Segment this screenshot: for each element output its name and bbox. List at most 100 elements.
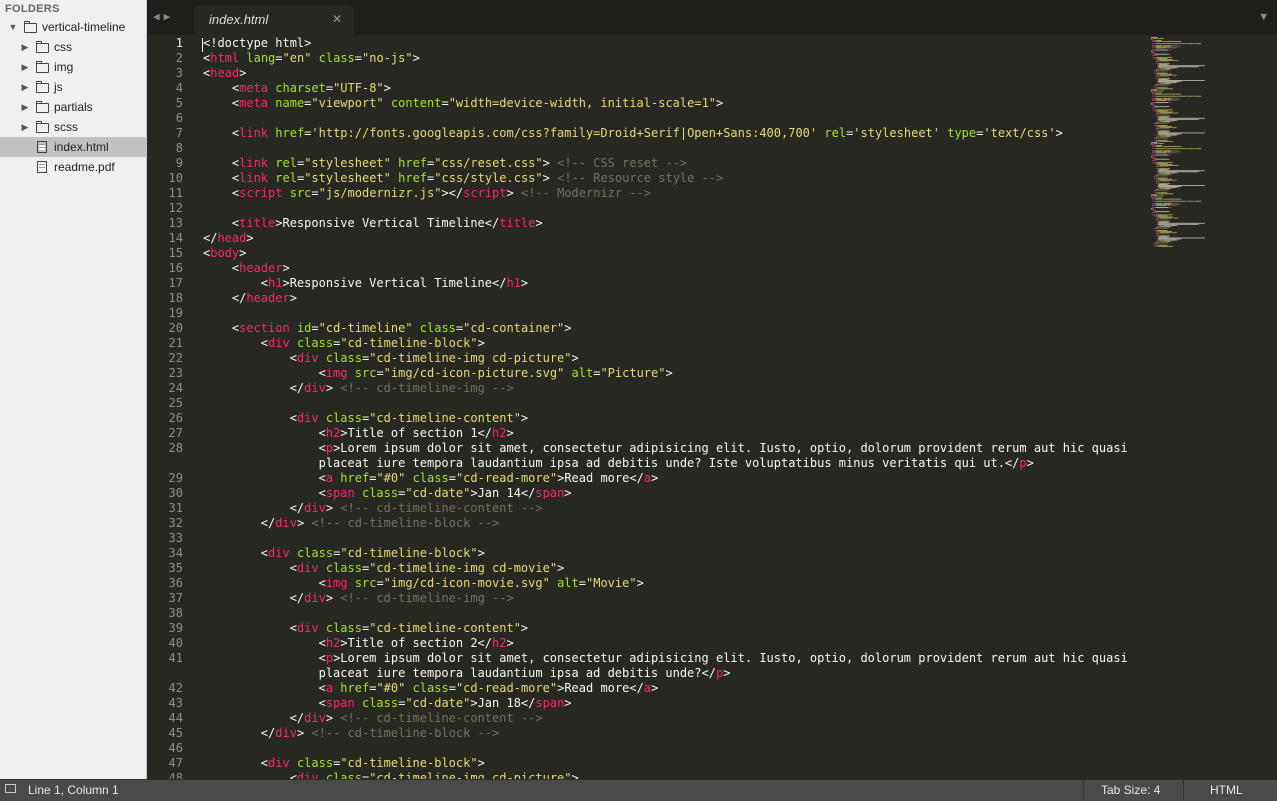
code-line[interactable]: <header>	[203, 261, 290, 276]
triangle-left-icon[interactable]: ◀	[153, 10, 164, 23]
minimap-line	[1160, 174, 1162, 175]
code-line[interactable]: <div class="cd-timeline-content">	[203, 411, 528, 426]
code-line[interactable]: <script src="js/modernizr.js"></script> …	[203, 186, 651, 201]
code-line[interactable]: <span class="cd-date">Jan 14</span>	[203, 486, 572, 501]
code-line[interactable]: <body>	[203, 246, 246, 261]
code-line[interactable]: <!doctype html>	[203, 36, 311, 51]
line-number-gutter: 1234567891011121314151617181920212223242…	[147, 35, 189, 779]
tab-size-button[interactable]: Tab Size: 4	[1101, 783, 1160, 797]
sidebar-item-vertical-timeline[interactable]: ▼vertical-timeline	[0, 17, 146, 37]
minimap-line	[1154, 55, 1157, 56]
code-line[interactable]: <div class="cd-timeline-block">	[203, 336, 485, 351]
code-line[interactable]: </div> <!-- cd-timeline-block -->	[203, 726, 499, 741]
minimap-line	[1157, 201, 1186, 202]
minimap-line	[1189, 43, 1194, 44]
code-line[interactable]: <div class="cd-timeline-img cd-picture">	[203, 351, 579, 366]
triangle-down-icon[interactable]: ▼	[1260, 10, 1267, 23]
code-line[interactable]: </head>	[203, 231, 254, 246]
code-line[interactable]: placeat iure tempora laudantium ipsa ad …	[203, 666, 730, 681]
sidebar-item-css[interactable]: ▶css	[0, 37, 146, 57]
minimap-line	[1159, 178, 1167, 179]
code-token: span	[326, 486, 355, 500]
code-line[interactable]: <div class="cd-timeline-img cd-picture">	[203, 771, 579, 779]
code-token: link	[239, 156, 268, 170]
minimap-line	[1196, 201, 1200, 202]
code-editor[interactable]: <!doctype html><html lang="en" class="no…	[203, 35, 1143, 779]
disclosure-collapsed-icon[interactable]: ▶	[20, 37, 30, 57]
disclosure-collapsed-icon[interactable]: ▶	[20, 117, 30, 137]
code-line[interactable]: <section id="cd-timeline" class="cd-cont…	[203, 321, 572, 336]
minimap-line	[1155, 94, 1157, 95]
code-line[interactable]: <div class="cd-timeline-block">	[203, 546, 485, 561]
code-line[interactable]: <link rel="stylesheet" href="css/reset.c…	[203, 156, 687, 171]
code-line[interactable]: <html lang="en" class="no-js">	[203, 51, 420, 66]
code-line[interactable]: <h2>Title of section 1</h2>	[203, 426, 514, 441]
code-line[interactable]: <img src="img/cd-icon-movie.svg" alt="Mo…	[203, 576, 644, 591]
line-number: 25	[147, 396, 183, 411]
code-token: "cd-timeline-img cd-picture"	[369, 771, 571, 779]
triangle-right-icon[interactable]: ▶	[164, 10, 175, 23]
code-token: >	[478, 336, 485, 350]
syntax-button[interactable]: HTML	[1210, 783, 1243, 797]
sidebar-item-index-html[interactable]: index.html	[0, 137, 146, 157]
sidebar-item-readme-pdf[interactable]: readme.pdf	[0, 157, 146, 177]
code-line[interactable]: </div> <!-- cd-timeline-block -->	[203, 516, 499, 531]
sidebar-item-scss[interactable]: ▶scss	[0, 117, 146, 137]
code-line[interactable]: <a href="#0" class="cd-read-more">Read m…	[203, 681, 658, 696]
minimap-line	[1157, 242, 1158, 243]
minimap-line	[1156, 143, 1158, 144]
minimap-line	[1158, 162, 1163, 163]
disclosure-collapsed-icon[interactable]: ▶	[20, 77, 30, 97]
code-line[interactable]: </header>	[203, 291, 297, 306]
code-token: class	[319, 51, 355, 65]
code-line[interactable]: <p>Lorem ipsum dolor sit amet, consectet…	[203, 651, 1128, 666]
sidebar-item-partials[interactable]: ▶partials	[0, 97, 146, 117]
code-line[interactable]: <span class="cd-date">Jan 18</span>	[203, 696, 572, 711]
minimap-line	[1167, 121, 1171, 122]
panel-toggle-icon[interactable]	[5, 784, 16, 793]
code-line[interactable]: <meta charset="UTF-8">	[203, 81, 391, 96]
code-line[interactable]: <div class="cd-timeline-block">	[203, 756, 485, 771]
disclosure-expanded-icon[interactable]: ▼	[8, 17, 18, 37]
minimap-line	[1153, 43, 1155, 44]
code-line[interactable]: </div> <!-- cd-timeline-content -->	[203, 501, 543, 516]
minimap-line	[1158, 121, 1160, 122]
disclosure-collapsed-icon[interactable]: ▶	[20, 57, 30, 77]
code-line[interactable]: <meta name="viewport" content="width=dev…	[203, 96, 723, 111]
minimap-line	[1155, 216, 1156, 217]
minimap-line	[1154, 243, 1155, 244]
minimap[interactable]	[1150, 35, 1277, 255]
minimap-line	[1155, 106, 1156, 107]
code-token: div	[268, 546, 290, 560]
code-token: >	[535, 216, 542, 230]
disclosure-collapsed-icon[interactable]: ▶	[20, 97, 30, 117]
line-number: 38	[147, 606, 183, 621]
code-line[interactable]: <img src="img/cd-icon-picture.svg" alt="…	[203, 366, 673, 381]
code-token: >	[326, 591, 340, 605]
code-line[interactable]: <title>Responsive Vertical Timeline</tit…	[203, 216, 543, 231]
code-line[interactable]: <head>	[203, 66, 246, 81]
code-line[interactable]: <div class="cd-timeline-img cd-movie">	[203, 561, 564, 576]
code-line[interactable]: <link href='http://fonts.googleapis.com/…	[203, 126, 1063, 141]
code-line[interactable]: placeat iure tempora laudantium ipsa ad …	[203, 456, 1034, 471]
code-line[interactable]: <p>Lorem ipsum dolor sit amet, consectet…	[203, 441, 1128, 456]
code-line[interactable]: </div> <!-- cd-timeline-img -->	[203, 381, 514, 396]
minimap-line	[1169, 48, 1177, 49]
code-line[interactable]: <a href="#0" class="cd-read-more">Read m…	[203, 471, 658, 486]
code-line[interactable]: </div> <!-- cd-timeline-img -->	[203, 591, 514, 606]
tab-index-html[interactable]: index.html ✕	[194, 5, 354, 35]
code-line[interactable]: <link rel="stylesheet" href="css/style.c…	[203, 171, 723, 186]
minimap-line	[1161, 141, 1173, 142]
close-icon[interactable]: ✕	[332, 12, 342, 26]
sidebar-item-js[interactable]: ▶js	[0, 77, 146, 97]
sidebar-item-img[interactable]: ▶img	[0, 57, 146, 77]
code-line[interactable]: <div class="cd-timeline-content">	[203, 621, 528, 636]
minimap-line	[1157, 137, 1158, 138]
code-line[interactable]: <h2>Title of section 2</h2>	[203, 636, 514, 651]
minimap-line	[1159, 185, 1205, 186]
code-line[interactable]: <h1>Responsive Vertical Timeline</h1>	[203, 276, 528, 291]
minimap-line	[1172, 232, 1173, 233]
minimap-line	[1160, 165, 1161, 166]
code-line[interactable]: </div> <!-- cd-timeline-content -->	[203, 711, 543, 726]
minimap-line	[1162, 150, 1164, 151]
